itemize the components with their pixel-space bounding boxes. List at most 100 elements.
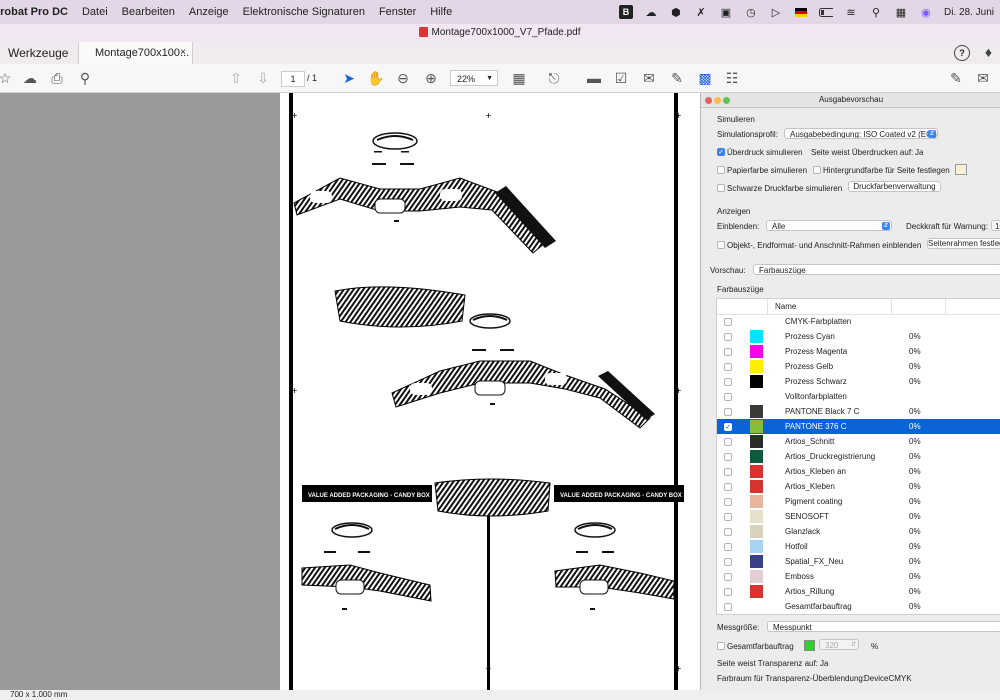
mail-icon[interactable]: ✉ <box>974 69 992 87</box>
screen-capture-icon[interactable]: ▣ <box>719 5 733 19</box>
separation-row[interactable]: SENOSOFT 0% <box>717 509 1000 524</box>
zoom-dropdown[interactable]: 22% ▼ <box>450 70 498 86</box>
separation-checkbox[interactable]: ✓ <box>724 423 732 431</box>
output-preview-icon[interactable]: ▩ <box>696 69 714 87</box>
control-center-icon[interactable]: ▦ <box>894 5 908 19</box>
b-app-icon[interactable]: B <box>618 5 633 19</box>
menu-datei[interactable]: Datei <box>75 6 115 18</box>
menu-hilfe[interactable]: Hilfe <box>423 6 459 18</box>
pdf-page[interactable]: + + + + + + + VALUE ADDED PACKAGING - CA… <box>280 93 700 690</box>
help-icon[interactable]: ? <box>954 45 970 61</box>
separation-row[interactable]: Artios_Schnitt 0% <box>717 434 1000 449</box>
separation-row[interactable]: Volltonfarbplatten <box>717 389 1000 404</box>
separation-row[interactable]: Artios_Rillung 0% <box>717 584 1000 599</box>
siri-icon[interactable]: ◉ <box>919 5 933 19</box>
zoom-out-icon[interactable]: ⊖ <box>394 69 412 87</box>
pen-icon[interactable]: ✎ <box>668 69 686 87</box>
separation-row[interactable]: Prozess Gelb 0% <box>717 359 1000 374</box>
time-machine-icon[interactable]: ◷ <box>744 5 758 19</box>
separation-checkbox[interactable] <box>724 438 732 446</box>
minimize-window-icon[interactable] <box>714 97 721 104</box>
separation-checkbox[interactable] <box>724 318 732 326</box>
checklist-icon[interactable]: ☑ <box>612 69 630 87</box>
zoom-in-icon[interactable]: ⊕ <box>422 69 440 87</box>
document-settings-icon[interactable]: ☷ <box>723 69 741 87</box>
separation-row[interactable]: CMYK-Farbplatten <box>717 314 1000 329</box>
play-icon[interactable]: ▷ <box>769 5 783 19</box>
close-tab-icon[interactable]: × <box>180 42 186 64</box>
menu-bearbeiten[interactable]: Bearbeiten <box>115 6 182 18</box>
separation-checkbox[interactable] <box>724 513 732 521</box>
hexagon-icon[interactable]: ⬢ <box>669 5 683 19</box>
zoom-search-icon[interactable]: ⚲ <box>76 69 94 87</box>
overprint-checkbox[interactable]: ✓ <box>717 148 725 156</box>
separation-row[interactable]: Artios_Druckregistrierung 0% <box>717 449 1000 464</box>
panel-title-bar[interactable]: Ausgabevorschau <box>701 93 1000 108</box>
next-page-icon[interactable]: ⇩ <box>254 69 272 87</box>
previous-page-icon[interactable]: ⇧ <box>227 69 245 87</box>
separation-checkbox[interactable] <box>724 468 732 476</box>
separation-row[interactable]: Artios_Kleben an 0% <box>717 464 1000 479</box>
separation-checkbox[interactable] <box>724 558 732 566</box>
close-window-icon[interactable] <box>705 97 712 104</box>
ink-manager-button[interactable]: Druckfarbenverwaltung <box>848 181 941 192</box>
paper-color-checkbox[interactable] <box>717 166 725 174</box>
separation-row[interactable]: Prozess Cyan 0% <box>717 329 1000 344</box>
hand-tool-icon[interactable]: ✋ <box>367 69 385 87</box>
show-select[interactable]: Alle ⇵ <box>766 220 892 231</box>
ruler-icon[interactable]: ▬ <box>585 69 603 87</box>
separation-row[interactable]: Prozess Magenta 0% <box>717 344 1000 359</box>
sign-icon[interactable]: ✎ <box>947 69 965 87</box>
column-name-header[interactable]: Name <box>775 302 796 311</box>
creative-cloud-icon[interactable]: ☁ <box>644 5 658 19</box>
wifi-icon[interactable]: ≊ <box>844 5 858 19</box>
separation-checkbox[interactable] <box>724 483 732 491</box>
separation-row[interactable]: Gesamtfarbauftrag 0% <box>717 599 1000 614</box>
separation-row[interactable]: Prozess Schwarz 0% <box>717 374 1000 389</box>
separation-checkbox[interactable] <box>724 393 732 401</box>
spotlight-search-icon[interactable]: ⚲ <box>869 5 883 19</box>
separation-row[interactable]: Hotfoil 0% <box>717 539 1000 554</box>
separation-row[interactable]: Glanzlack 0% <box>717 524 1000 539</box>
comment-icon[interactable]: ✉ <box>640 69 658 87</box>
separation-checkbox[interactable] <box>724 573 732 581</box>
black-ink-checkbox[interactable] <box>717 184 725 192</box>
menubar-clock[interactable]: Di. 28. Juni <box>944 7 994 18</box>
notifications-bell-icon[interactable]: ♦ <box>985 44 992 60</box>
tab-tools[interactable]: Werkzeuge <box>8 42 68 64</box>
print-icon[interactable]: ⎙ <box>48 69 66 87</box>
separation-checkbox[interactable] <box>724 543 732 551</box>
star-icon[interactable]: ☆ <box>0 69 14 87</box>
total-coverage-checkbox[interactable] <box>717 642 725 650</box>
separation-row[interactable]: ✓ PANTONE 376 C 0% <box>717 419 1000 434</box>
separation-row[interactable]: Spatial_FX_Neu 0% <box>717 554 1000 569</box>
tab-document[interactable]: Montage700x100... × <box>78 42 193 64</box>
zoom-window-icon[interactable] <box>723 97 730 104</box>
separation-checkbox[interactable] <box>724 453 732 461</box>
separation-checkbox[interactable] <box>724 588 732 596</box>
separation-checkbox[interactable] <box>724 348 732 356</box>
separation-checkbox[interactable] <box>724 378 732 386</box>
separation-row[interactable]: Emboss 0% <box>717 569 1000 584</box>
separation-row[interactable]: Artios_Kleben 0% <box>717 479 1000 494</box>
no-sync-icon[interactable]: ✗ <box>694 5 708 19</box>
opacity-input[interactable]: 10 <box>991 220 1000 231</box>
menu-signaturen[interactable]: Elektronische Signaturen <box>236 6 372 18</box>
page-number-input[interactable]: 1 <box>281 71 305 87</box>
stamp-icon[interactable]: ⎋ <box>545 69 563 87</box>
battery-icon[interactable] <box>818 5 833 19</box>
separation-checkbox[interactable] <box>724 363 732 371</box>
bg-color-swatch[interactable] <box>955 164 967 175</box>
upload-icon[interactable]: ☁ <box>21 69 39 87</box>
select-cursor-icon[interactable]: ➤ <box>340 69 358 87</box>
german-flag-icon[interactable] <box>794 5 808 19</box>
separation-checkbox[interactable] <box>724 528 732 536</box>
simulation-profile-select[interactable]: Ausgabebedingung: ISO Coated v2 (ECI) ⇵ <box>784 128 938 139</box>
bg-color-checkbox[interactable] <box>813 166 821 174</box>
page-frames-button[interactable]: Seitenrahmen festleg <box>927 238 1000 249</box>
frames-checkbox[interactable] <box>717 241 725 249</box>
preview-select[interactable]: Farbauszüge <box>753 264 1000 275</box>
app-menu[interactable]: crobat Pro DC <box>0 6 75 18</box>
separation-checkbox[interactable] <box>724 408 732 416</box>
separation-checkbox[interactable] <box>724 603 732 611</box>
